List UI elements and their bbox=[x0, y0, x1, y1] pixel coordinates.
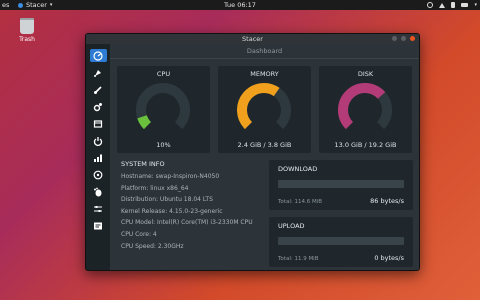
sidebar-item-services[interactable] bbox=[90, 100, 107, 113]
sidebar-item-resources[interactable] bbox=[90, 151, 107, 164]
gauge-value-arc bbox=[338, 83, 386, 130]
sidebar-item-settings[interactable] bbox=[90, 202, 107, 215]
battery-icon[interactable] bbox=[461, 3, 469, 7]
download-rate: 86 bytes/s bbox=[370, 197, 404, 205]
sidebar-item-dashboard[interactable] bbox=[89, 49, 107, 62]
minimize-button[interactable] bbox=[392, 36, 397, 41]
trash-label: Trash bbox=[19, 36, 35, 43]
window-titlebar[interactable]: Stacer bbox=[86, 34, 419, 44]
sidebar-item-startup-apps[interactable] bbox=[90, 66, 107, 79]
brush-icon bbox=[94, 85, 102, 94]
clock[interactable]: Tue 06:17 bbox=[0, 0, 480, 10]
maximize-button[interactable] bbox=[401, 36, 406, 41]
upload-total: Total: 11.9 MiB bbox=[278, 256, 319, 262]
terminal-icon bbox=[94, 222, 102, 229]
top-panel: es Stacer ▾ Tue 06:17 ▾ bbox=[0, 0, 480, 10]
system-info-platform: Platform: linux x86_64 bbox=[121, 184, 189, 192]
cpu-gauge-card: CPU 10% bbox=[117, 66, 210, 153]
apt-repository-icon bbox=[93, 170, 103, 179]
system-info-distribution: Distribution: Ubuntu 18.04 LTS bbox=[121, 196, 213, 204]
system-tray[interactable]: ▾ bbox=[427, 0, 477, 10]
gears-icon bbox=[93, 102, 102, 111]
volume-icon[interactable] bbox=[451, 2, 456, 8]
upload-rate: 0 bytes/s bbox=[374, 254, 404, 262]
sidebar-item-system-cleaner[interactable] bbox=[90, 83, 107, 96]
disk-gauge-card: DISK 13.0 GiB / 19.2 GiB bbox=[319, 66, 412, 153]
accessibility-icon[interactable] bbox=[427, 2, 434, 8]
upload-progress bbox=[278, 237, 404, 245]
disk-gauge-title: DISK bbox=[357, 70, 374, 78]
close-button[interactable] bbox=[410, 36, 415, 41]
power-icon bbox=[93, 136, 103, 146]
rocket-icon bbox=[94, 69, 101, 77]
stacer-window: Stacer Dashboard CPU 10% MEMORY 2.4 GiB … bbox=[85, 33, 420, 271]
upload-card: UPLOAD Total: 11.9 MiB 0 bytes/s bbox=[269, 217, 413, 267]
download-total: Total: 114.6 MiB bbox=[278, 199, 322, 205]
chevron-down-icon[interactable]: ▾ bbox=[474, 0, 477, 10]
cpu-gauge bbox=[136, 83, 190, 130]
system-info-kernel: Kernel Release: 4.15.0-23-generic bbox=[121, 207, 223, 215]
sidebar-item-gnome-settings[interactable] bbox=[90, 185, 107, 198]
dashboard-content: Dashboard CPU 10% MEMORY 2.4 GiB / 3.8 G… bbox=[110, 44, 419, 270]
system-info-cpu-speed: CPU Speed: 2.30GHz bbox=[121, 242, 184, 250]
window-title: Stacer bbox=[242, 35, 263, 43]
sliders-icon bbox=[94, 205, 102, 212]
dashboard-icon bbox=[93, 50, 103, 61]
disk-gauge-value: 13.0 GiB / 19.2 GiB bbox=[334, 141, 397, 149]
sidebar-item-uninstaller[interactable] bbox=[90, 134, 107, 147]
memory-gauge bbox=[237, 83, 291, 130]
sidebar-item-processes[interactable] bbox=[90, 117, 107, 130]
disk-gauge bbox=[338, 83, 392, 130]
package-icon bbox=[93, 119, 103, 128]
download-card: DOWNLOAD Total: 114.6 MiB 86 bytes/s bbox=[269, 160, 413, 210]
gauge-value-arc bbox=[137, 114, 152, 130]
system-info: SYSTEM INFO Hostname: swap-Inspiron-N405… bbox=[121, 160, 261, 252]
gauge-value-arc bbox=[237, 83, 280, 130]
sidebar bbox=[86, 44, 110, 270]
cpu-gauge-title: CPU bbox=[156, 70, 171, 78]
download-title: DOWNLOAD bbox=[278, 165, 318, 173]
gnome-foot-icon bbox=[94, 187, 102, 196]
desktop-trash[interactable]: Trash bbox=[12, 18, 42, 43]
bar-chart-icon bbox=[94, 154, 102, 162]
download-progress bbox=[278, 180, 404, 188]
page-title: Dashboard bbox=[110, 44, 419, 59]
upload-title: UPLOAD bbox=[278, 222, 305, 230]
cpu-gauge-value: 10% bbox=[156, 141, 171, 149]
sidebar-item-feedback[interactable] bbox=[90, 219, 107, 232]
system-info-cpu-core: CPU Core: 4 bbox=[121, 230, 157, 238]
trash-icon bbox=[20, 18, 34, 34]
system-info-cpu-model: CPU Model: Intel(R) Core(TM) i3-2330M CP… bbox=[121, 219, 253, 227]
system-info-hostname: Hostname: swap-Inspiron-N4050 bbox=[121, 173, 220, 180]
memory-gauge-title: MEMORY bbox=[250, 70, 279, 78]
memory-gauge-card: MEMORY 2.4 GiB / 3.8 GiB bbox=[218, 66, 311, 153]
sidebar-item-apt-repository[interactable] bbox=[90, 168, 107, 181]
memory-gauge-value: 2.4 GiB / 3.8 GiB bbox=[237, 141, 292, 149]
system-info-title: SYSTEM INFO bbox=[121, 160, 165, 168]
network-icon[interactable] bbox=[439, 2, 446, 8]
